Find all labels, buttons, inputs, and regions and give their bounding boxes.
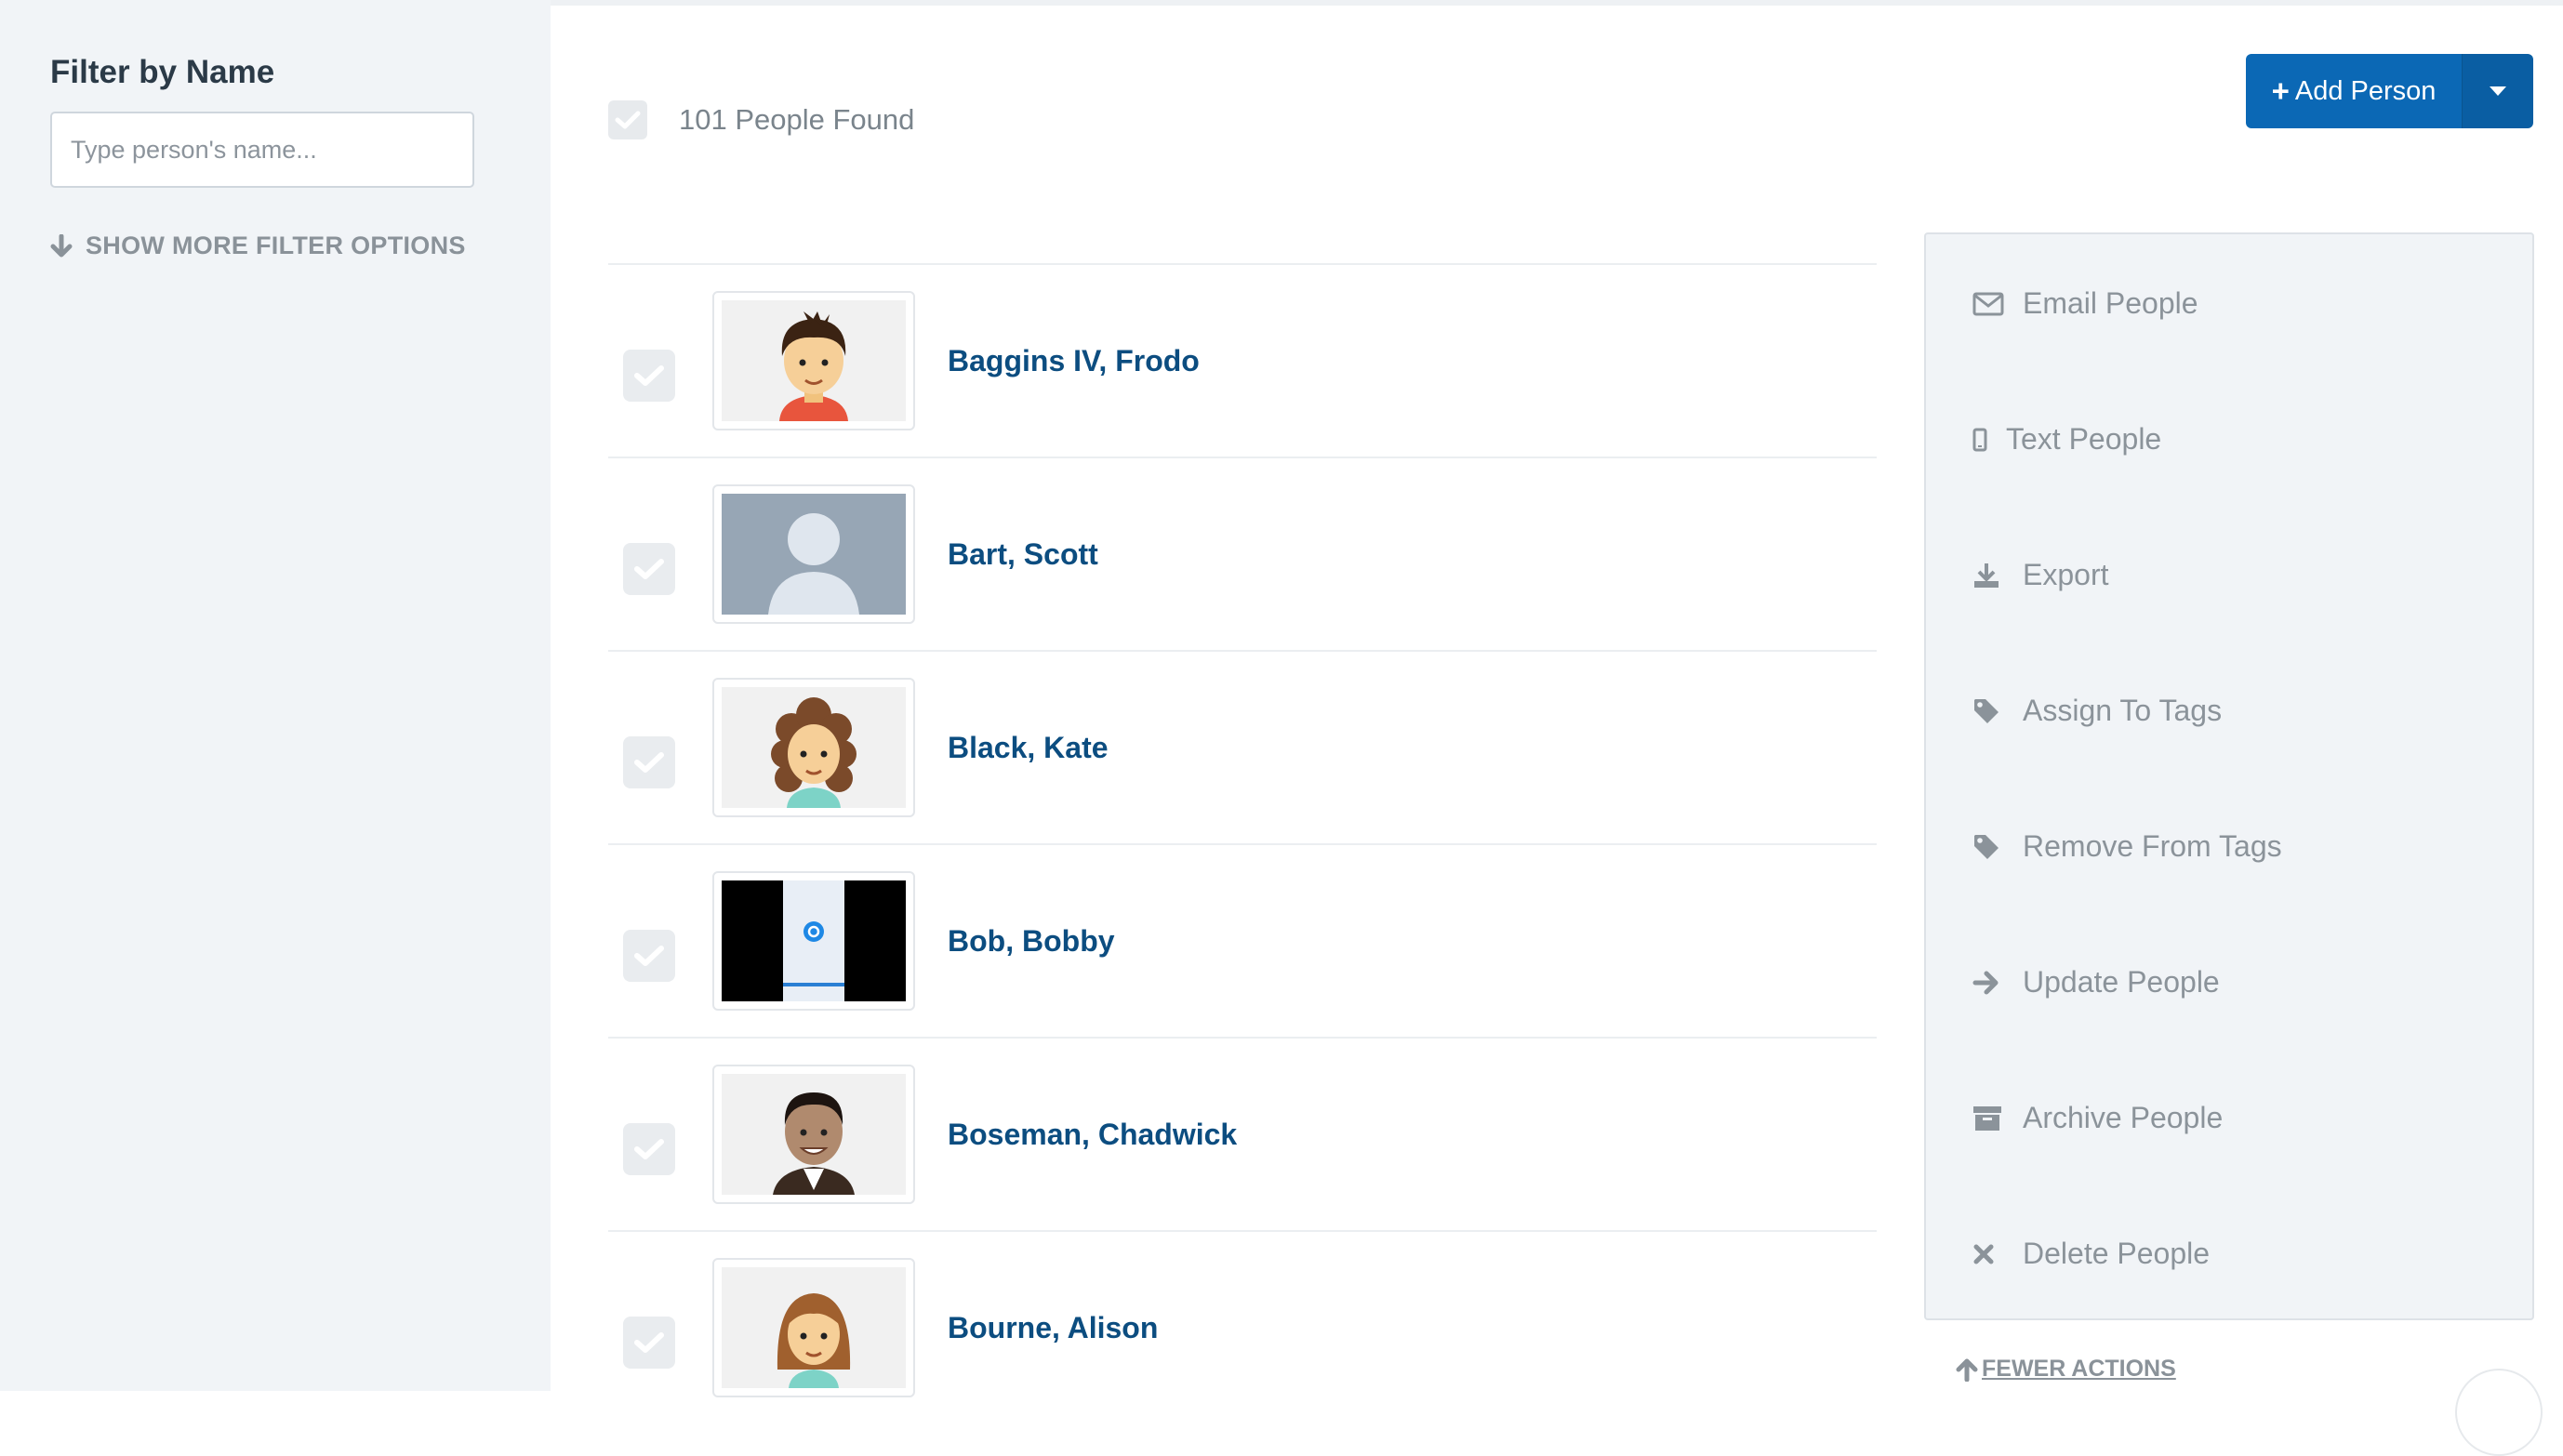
show-more-filters-label: SHOW MORE FILTER OPTIONS	[86, 232, 466, 259]
download-icon	[1972, 562, 2010, 589]
arrow-up-icon	[1956, 1358, 1978, 1382]
avatar-female-curly-icon	[722, 687, 906, 808]
avatar[interactable]	[712, 484, 915, 624]
person-name-link[interactable]: Bart, Scott	[948, 458, 1098, 650]
default-avatar-icon	[722, 494, 906, 615]
remove-from-tags-label: Remove From Tags	[2023, 829, 2282, 863]
arrow-right-icon	[1972, 970, 2010, 996]
assign-to-tags-label: Assign To Tags	[2023, 694, 2223, 727]
caret-down-icon	[2490, 86, 2506, 96]
bulk-actions-panel: Email People Text People Export Assign T…	[1924, 232, 2534, 1320]
check-icon	[634, 559, 664, 579]
archive-people-label: Archive People	[2023, 1101, 2224, 1134]
person-name-link[interactable]: Bourne, Alison	[948, 1232, 1158, 1423]
person-name-link[interactable]: Black, Kate	[948, 652, 1109, 843]
avatar-male-suit-icon	[722, 1074, 906, 1195]
text-people-label: Text People	[2006, 422, 2162, 456]
email-people-action[interactable]: Email People	[1972, 286, 2198, 321]
phone-icon	[1972, 428, 1993, 452]
person-checkbox[interactable]	[623, 930, 675, 982]
person-row: Bourne, Alison	[608, 1230, 1877, 1423]
check-icon	[615, 111, 641, 129]
update-people-action[interactable]: Update People	[1972, 965, 2220, 999]
text-people-action[interactable]: Text People	[1972, 422, 2161, 457]
add-person-label: Add Person	[2294, 75, 2437, 106]
name-search-input[interactable]	[50, 112, 474, 188]
delete-people-label: Delete People	[2023, 1237, 2211, 1270]
close-icon	[1972, 1243, 2010, 1265]
archive-people-action[interactable]: Archive People	[1972, 1101, 2223, 1135]
delete-people-action[interactable]: Delete People	[1972, 1237, 2210, 1271]
person-row: Boseman, Chadwick	[608, 1037, 1877, 1230]
filter-title: Filter by Name	[50, 54, 275, 90]
envelope-icon	[1972, 292, 2010, 316]
assign-to-tags-action[interactable]: Assign To Tags	[1972, 694, 2222, 728]
select-all-checkbox[interactable]	[608, 100, 647, 139]
person-row: Bob, Bobby	[608, 843, 1877, 1037]
archive-icon	[1972, 1105, 2010, 1132]
tag-icon	[1972, 833, 2010, 861]
phone-screenshot-avatar-icon	[722, 880, 906, 1001]
person-name-link[interactable]: Baggins IV, Frodo	[948, 265, 1200, 457]
add-person-button-group: + Add Person	[2246, 54, 2533, 128]
avatar[interactable]	[712, 678, 915, 817]
person-row: Baggins IV, Frodo	[608, 263, 1877, 457]
remove-from-tags-action[interactable]: Remove From Tags	[1972, 829, 2282, 864]
person-name-link[interactable]: Boseman, Chadwick	[948, 1039, 1237, 1230]
avatar[interactable]	[712, 871, 915, 1011]
fewer-actions-link[interactable]: FEWER ACTIONS	[1956, 1356, 2176, 1383]
person-checkbox[interactable]	[623, 1317, 675, 1369]
avatar-male-icon	[722, 300, 906, 421]
person-row: Bart, Scott	[608, 457, 1877, 650]
check-icon	[634, 1332, 664, 1353]
update-people-label: Update People	[2023, 965, 2220, 999]
people-list: Baggins IV, Frodo Bart, Scott Black, Kat…	[608, 263, 1877, 1423]
avatar[interactable]	[712, 1258, 915, 1397]
add-person-button[interactable]: + Add Person	[2246, 54, 2462, 128]
filter-sidebar: Filter by Name SHOW MORE FILTER OPTIONS	[0, 0, 551, 1391]
people-found-count: 101 People Found	[679, 103, 915, 136]
email-people-label: Email People	[2023, 286, 2198, 320]
check-icon	[634, 946, 664, 966]
avatar[interactable]	[712, 291, 915, 430]
person-checkbox[interactable]	[623, 1123, 675, 1175]
floating-help-button[interactable]	[2455, 1369, 2543, 1456]
arrow-down-icon	[50, 233, 73, 257]
avatar[interactable]	[712, 1065, 915, 1204]
add-person-dropdown-button[interactable]	[2462, 54, 2533, 128]
person-name-link[interactable]: Bob, Bobby	[948, 845, 1115, 1037]
export-label: Export	[2023, 558, 2109, 591]
avatar-female-icon	[722, 1267, 906, 1388]
person-checkbox[interactable]	[623, 543, 675, 595]
export-action[interactable]: Export	[1972, 558, 2108, 592]
show-more-filters-link[interactable]: SHOW MORE FILTER OPTIONS	[50, 232, 466, 260]
plus-icon: +	[2271, 73, 2290, 108]
person-checkbox[interactable]	[623, 350, 675, 402]
person-row: Black, Kate	[608, 650, 1877, 843]
check-icon	[634, 752, 664, 773]
check-icon	[634, 1139, 664, 1159]
fewer-actions-label: FEWER ACTIONS	[1982, 1356, 2176, 1382]
tag-icon	[1972, 697, 2010, 725]
top-divider	[551, 0, 2563, 6]
person-checkbox[interactable]	[623, 736, 675, 788]
check-icon	[634, 365, 664, 386]
